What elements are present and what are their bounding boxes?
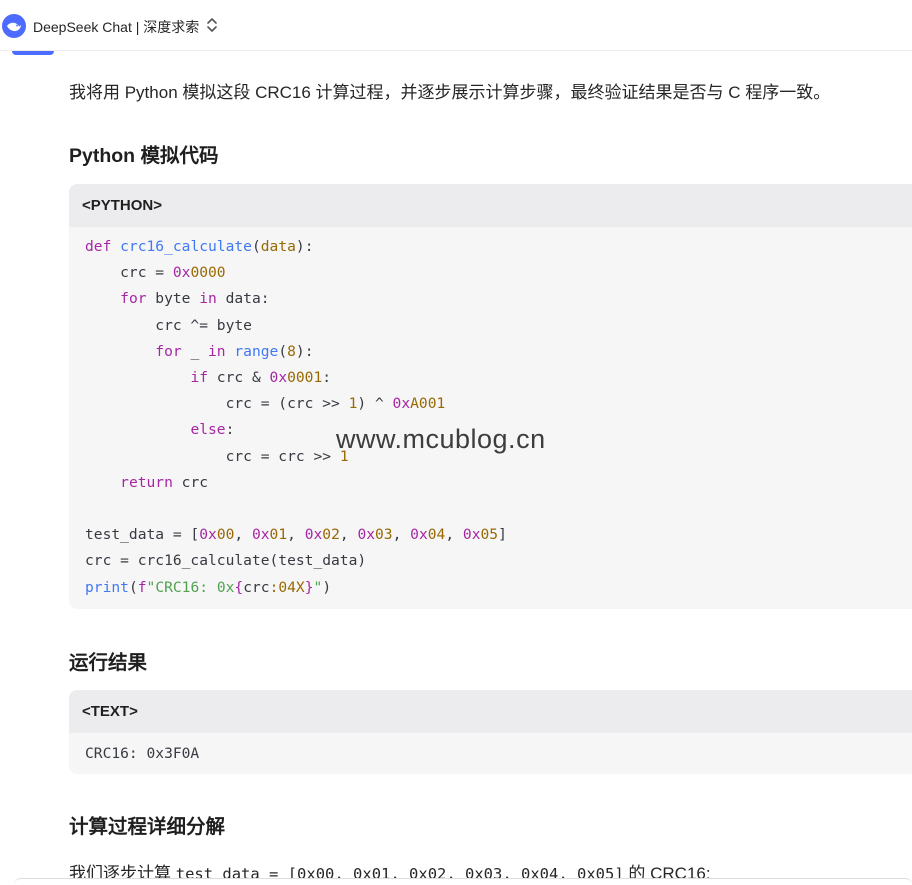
section-title-result: 运行结果	[69, 652, 148, 674]
code-token: A001	[410, 395, 446, 413]
code-token: 02	[322, 526, 340, 544]
code-token: 0x	[251, 526, 270, 544]
code-token: 0x	[304, 526, 323, 544]
section-title-calculation-breakdown: 计算过程详细分解	[69, 816, 226, 838]
code-token: 0000	[190, 264, 226, 282]
code-token: (	[128, 578, 138, 596]
code-token: 0x	[462, 526, 481, 544]
code-token: _	[181, 342, 209, 360]
code-token: for	[155, 342, 182, 360]
code-token: 0x	[172, 264, 191, 282]
chevron-up-down-icon[interactable]	[205, 15, 219, 35]
code-token: 0x	[357, 526, 376, 544]
code-token: data:	[216, 290, 270, 308]
code-token: in	[208, 342, 226, 360]
code-token: else	[190, 421, 226, 439]
code-token: crc = crc16_calculate(test_data)	[85, 552, 367, 570]
code-token: if	[190, 369, 209, 387]
code-token: "CRC16: 0x	[146, 578, 235, 596]
code-token: ):	[295, 342, 314, 360]
code-token: :	[225, 421, 235, 439]
code-token: ,	[392, 526, 411, 544]
code-token: crc &	[208, 369, 270, 387]
code-token: crc	[172, 473, 209, 491]
code-token: test_data = [	[85, 526, 200, 544]
code-token: data	[260, 238, 296, 255]
code-token: crc = crc >>	[85, 447, 340, 465]
code-token: crc = (crc >>	[85, 395, 349, 413]
code-token: crc16_calculate	[120, 238, 252, 255]
code-token: }	[304, 578, 314, 596]
deepseek-whale-logo	[2, 14, 26, 38]
code-token: 05	[480, 526, 499, 544]
code-token: 0x	[392, 395, 411, 413]
code-language-label: <PYTHON>	[69, 184, 912, 227]
code-token: return	[120, 473, 173, 491]
code-token: crc	[243, 578, 270, 596]
code-token: crc =	[85, 264, 173, 282]
code-language-label: <TEXT>	[69, 690, 912, 733]
code-token: {	[234, 578, 244, 596]
code-token: ) ^	[357, 395, 393, 413]
code-token: "	[313, 578, 323, 596]
code-token: ,	[339, 526, 358, 544]
text-output-block: <TEXT> CRC16: 0x3F0A	[69, 690, 912, 774]
code-token: 8	[287, 342, 296, 360]
code-token: 0x	[269, 369, 288, 387]
watermark-text: www.mcublog.cn	[336, 424, 546, 454]
code-token: f	[137, 578, 147, 596]
code-token: 0x	[410, 526, 428, 544]
code-token: ,	[234, 526, 252, 544]
code-token: (	[251, 238, 261, 255]
assistant-intro-text: 我将用 Python 模拟这段 CRC16 计算过程，并逐步展示计算步骤，最终验…	[69, 83, 831, 102]
top-bar: DeepSeek Chat | 深度求索	[0, 0, 912, 51]
code-token: 0x	[199, 526, 217, 544]
code-token: 00	[216, 526, 235, 544]
output-text[interactable]: CRC16: 0x3F0A	[69, 733, 912, 767]
code-token: ,	[445, 526, 463, 544]
code-token: 01	[269, 526, 288, 544]
python-code[interactable]: def crc16_calculate(data): crc = 0x0000 …	[69, 227, 912, 601]
code-token: byte	[146, 290, 200, 308]
code-token: :	[322, 369, 332, 387]
code-token: (	[278, 342, 288, 360]
code-token: CRC16: 0x3F0A	[85, 745, 200, 762]
code-token: ):	[295, 238, 314, 255]
code-token: print	[85, 578, 129, 596]
code-token: for	[120, 290, 147, 308]
code-token: :04X	[269, 578, 305, 596]
code-token: 0001	[287, 369, 323, 387]
section-title-python-code: Python 模拟代码	[69, 145, 219, 167]
code-token: def	[85, 238, 112, 255]
code-token: ]	[498, 526, 507, 544]
app-title[interactable]: DeepSeek Chat | 深度求索	[33, 17, 199, 37]
python-code-block: <PYTHON> def crc16_calculate(data): crc …	[69, 184, 912, 609]
code-token: 03	[375, 526, 393, 544]
code-token: crc ^= byte	[85, 316, 252, 334]
code-token: 04	[427, 526, 446, 544]
code-token: ,	[287, 526, 305, 544]
code-token: )	[322, 578, 332, 596]
code-token: range	[234, 342, 279, 360]
code-token: in	[199, 290, 217, 308]
